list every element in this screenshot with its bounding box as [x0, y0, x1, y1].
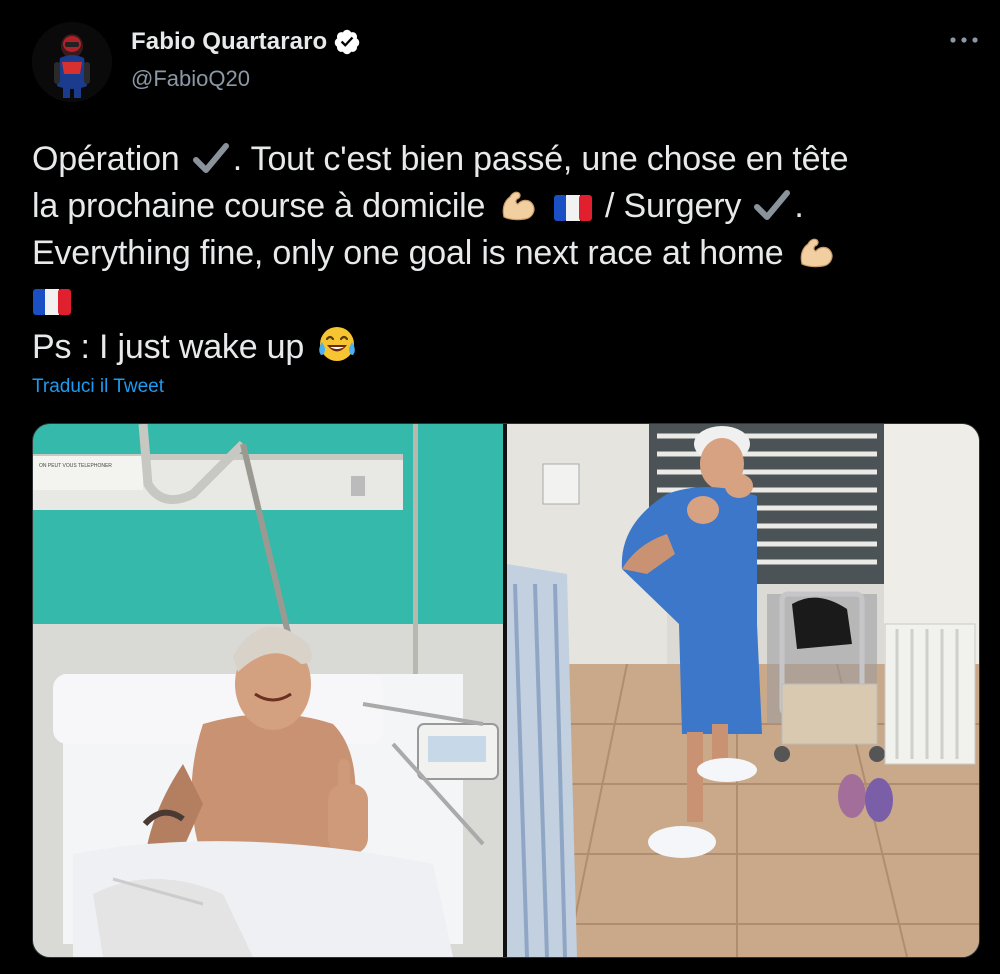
tweet-line-4 — [32, 277, 972, 324]
wall-sign-text: ON PEUT VOUS TELEPHONER — [39, 463, 112, 469]
flexed-biceps-icon — [800, 238, 833, 268]
verified-badge-icon — [335, 29, 360, 55]
check-mark-icon — [754, 190, 791, 220]
avatar[interactable] — [32, 22, 112, 102]
hospital-bed-photo[interactable]: ON PEUT VOUS TELEPHONER — [33, 424, 503, 957]
flexed-biceps-icon — [502, 191, 535, 221]
france-flag-icon — [33, 289, 71, 315]
translate-tweet-link[interactable]: Traduci il Tweet — [32, 376, 164, 398]
boxing-pose-photo[interactable] — [507, 424, 979, 957]
france-flag-icon — [553, 195, 592, 221]
tweet-line-1: Opération . Tout c'est bien passé, une c… — [32, 140, 849, 178]
author-name-row: Fabio Quartararo — [131, 28, 361, 56]
tweet-card: Fabio Quartararo @FabioQ20 Opération . T… — [0, 0, 1000, 974]
tweet-line-2: la prochaine course à domicile / Surgery… — [32, 187, 804, 225]
tweet-line-3: Everything fine, only one goal is next r… — [32, 230, 972, 277]
face-with-tears-of-joy-icon — [319, 327, 356, 361]
tweet-line-5: Ps : I just wake up — [32, 324, 972, 371]
more-options-icon[interactable] — [947, 30, 981, 50]
author-name[interactable]: Fabio Quartararo — [131, 28, 327, 56]
tweet-text: Opération . Tout c'est bien passé, une c… — [32, 136, 972, 371]
rider-avatar-icon — [32, 22, 112, 102]
author-handle[interactable]: @FabioQ20 — [131, 66, 250, 92]
check-mark-icon — [192, 143, 229, 173]
media-grid: ON PEUT VOUS TELEPHONER — [32, 423, 980, 958]
